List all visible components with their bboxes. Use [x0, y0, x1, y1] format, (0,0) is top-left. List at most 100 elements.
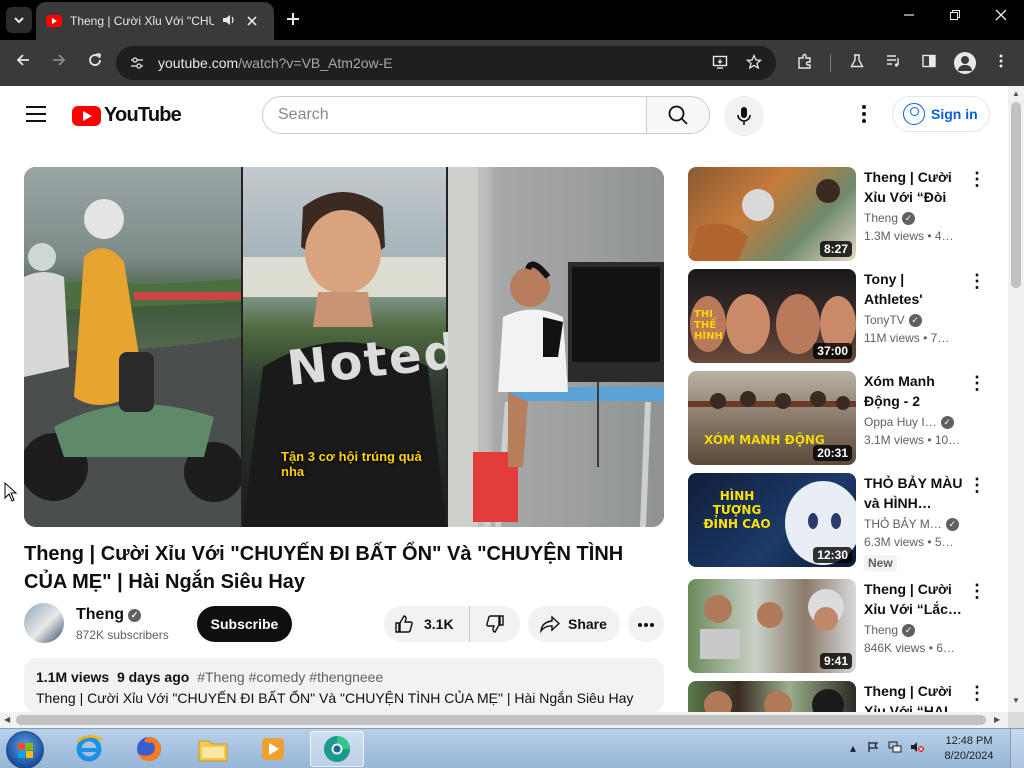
- recommended-title[interactable]: Theng | Cười Xỉu Với “Lắc…: [864, 579, 964, 619]
- channel-name[interactable]: Theng: [76, 606, 124, 623]
- channel-avatar[interactable]: [24, 603, 64, 643]
- dislike-button[interactable]: [470, 606, 520, 642]
- youtube-logo[interactable]: YouTube: [72, 104, 182, 127]
- scroll-up-arrow-icon[interactable]: ▲: [1012, 89, 1020, 98]
- search-input[interactable]: [278, 106, 646, 124]
- share-button[interactable]: Share: [528, 606, 620, 642]
- new-tab-plus-icon[interactable]: [282, 8, 304, 32]
- video-thumbnail[interactable]: 9:41: [688, 579, 856, 673]
- recommended-title[interactable]: THỎ BẢY MÀU và HÌNH…: [864, 473, 964, 513]
- video-description[interactable]: 1.1M views 9 days ago #Theng #comedy #th…: [24, 658, 664, 712]
- recommended-stats: 3.1M views • 10…: [864, 433, 961, 447]
- speaker-icon[interactable]: [222, 13, 236, 30]
- side-panel-icon[interactable]: [918, 53, 940, 73]
- extensions-puzzle-icon[interactable]: [794, 53, 816, 73]
- video-caption: Tận 3 cơ hội trúng quả nha: [281, 449, 422, 479]
- minimize-icon[interactable]: [894, 8, 924, 25]
- video-thumbnail[interactable]: HÌNH TƯỢNG ĐỈNH CAO 12:30: [688, 473, 856, 567]
- scroll-left-arrow-icon[interactable]: ◀: [4, 715, 10, 724]
- browser-tab-active[interactable]: Theng | Cười Xỉu Với "CHU: [36, 2, 274, 40]
- chrome-taskbar-icon[interactable]: [310, 731, 364, 767]
- labs-flask-icon[interactable]: [846, 53, 868, 73]
- recommended-channel[interactable]: THỎ BẢY M… ✓: [864, 517, 959, 531]
- recommended-title[interactable]: Theng | Cười Xỉu Với “Đòi Đ…: [864, 167, 964, 207]
- tab-search-button[interactable]: [6, 7, 32, 33]
- recommended-video[interactable]: 8:27 Theng | Cười Xỉu Với “Đòi Đ… Theng✓…: [688, 167, 988, 261]
- system-clock[interactable]: 12:48 PM 8/20/2024: [934, 734, 1004, 764]
- more-actions-icon[interactable]: [628, 606, 664, 642]
- video-player[interactable]: Noted Tận 3 cơ hội trúng quả nha: [24, 167, 664, 527]
- site-settings-icon[interactable]: [126, 52, 148, 74]
- channel-name-row[interactable]: Theng ✓: [76, 606, 141, 624]
- network-icon[interactable]: [888, 741, 902, 756]
- recommended-channel[interactable]: Theng ✓: [864, 623, 916, 637]
- thumbnail-overlay-text: XÓM MANH ĐỘNG: [704, 433, 825, 447]
- recommended-video[interactable]: XÓM MANH ĐỘNG 20:31 Xóm Manh Động - 2 Op…: [688, 371, 988, 465]
- hashtag-link[interactable]: #comedy: [249, 669, 306, 685]
- voice-search-button[interactable]: [724, 96, 764, 136]
- recommended-title[interactable]: Xóm Manh Động - 2: [864, 371, 964, 411]
- search-button[interactable]: [646, 96, 710, 134]
- horizontal-scroll-thumb[interactable]: [16, 715, 986, 725]
- action-menu-icon[interactable]: ⋮: [968, 683, 986, 705]
- action-menu-icon[interactable]: ⋮: [968, 475, 986, 497]
- profile-avatar-icon[interactable]: [954, 52, 976, 74]
- sign-in-button[interactable]: Sign in: [892, 96, 990, 132]
- show-hidden-icons-icon[interactable]: ▴: [846, 741, 860, 755]
- vertical-scrollbar[interactable]: ▲ ▼: [1008, 86, 1024, 712]
- back-arrow-icon[interactable]: [12, 52, 34, 73]
- recommended-channel[interactable]: Oppa Huy I… ✓: [864, 415, 954, 429]
- verified-check-icon: ✓: [128, 609, 141, 622]
- tab-close-icon[interactable]: [244, 13, 260, 29]
- recommended-channel[interactable]: TonyTV ✓: [864, 313, 922, 327]
- recommended-stats: 11M views • 7…: [864, 331, 950, 345]
- internet-explorer-icon[interactable]: [62, 731, 116, 767]
- show-desktop-button[interactable]: [1010, 729, 1024, 768]
- scroll-down-arrow-icon[interactable]: ▼: [1012, 696, 1020, 705]
- address-bar[interactable]: youtube.com/watch?v=VB_Atm2ow-E: [116, 46, 776, 80]
- recommended-channel[interactable]: Theng ✓: [864, 211, 916, 225]
- reload-icon[interactable]: [84, 52, 106, 73]
- settings-more-icon[interactable]: [852, 104, 876, 128]
- video-thumbnail[interactable]: THI THỂ HÌNH 37:00: [688, 269, 856, 363]
- install-app-icon[interactable]: [710, 54, 730, 74]
- share-arrow-icon: [540, 615, 560, 633]
- subscribe-button[interactable]: Subscribe: [197, 606, 292, 642]
- share-label: Share: [568, 616, 607, 632]
- action-menu-icon[interactable]: ⋮: [968, 271, 986, 293]
- recommended-video[interactable]: THI THỂ HÌNH 37:00 Tony | Athletes' Musc…: [688, 269, 988, 363]
- firefox-icon[interactable]: [122, 731, 176, 767]
- recommended-title[interactable]: Tony | Athletes' Muscle…: [864, 269, 964, 309]
- recommended-video[interactable]: HÌNH TƯỢNG ĐỈNH CAO 12:30 THỎ BẢY MÀU và…: [688, 473, 988, 571]
- window-close-icon[interactable]: [986, 8, 1016, 25]
- forward-arrow-icon[interactable]: [48, 52, 70, 73]
- hashtag-link[interactable]: #Theng: [197, 669, 244, 685]
- recommended-video[interactable]: Theng | Cười Xỉu Với “HAI… ⋮: [688, 681, 988, 712]
- video-thumbnail[interactable]: XÓM MANH ĐỘNG 20:31: [688, 371, 856, 465]
- media-player-icon[interactable]: [246, 731, 300, 767]
- start-button[interactable]: [6, 731, 44, 768]
- like-button[interactable]: 3.1K: [384, 606, 470, 642]
- action-menu-icon[interactable]: ⋮: [968, 373, 986, 395]
- hamburger-menu-icon[interactable]: [26, 106, 46, 122]
- restore-icon[interactable]: [940, 8, 970, 25]
- vertical-scroll-thumb[interactable]: [1011, 102, 1021, 288]
- video-duration: 12:30: [813, 547, 852, 563]
- browser-menu-icon[interactable]: [990, 53, 1012, 73]
- recommended-title[interactable]: Theng | Cười Xỉu Với “HAI…: [864, 681, 964, 712]
- bookmark-star-icon[interactable]: [744, 53, 764, 74]
- recommended-video[interactable]: 9:41 Theng | Cười Xỉu Với “Lắc… Theng ✓ 8…: [688, 579, 988, 673]
- hashtag-link[interactable]: #thengneee: [309, 669, 383, 685]
- description-meta: 1.1M views 9 days ago #Theng #comedy #th…: [36, 669, 652, 685]
- volume-muted-icon[interactable]: [910, 741, 924, 756]
- video-thumbnail[interactable]: [688, 681, 856, 712]
- verified-check-icon: ✓: [908, 314, 922, 327]
- scroll-right-arrow-icon[interactable]: ▶: [994, 715, 1000, 724]
- media-control-icon[interactable]: [882, 53, 904, 73]
- action-menu-icon[interactable]: ⋮: [968, 581, 986, 603]
- horizontal-scrollbar[interactable]: ◀ ▶: [0, 712, 1008, 728]
- file-explorer-icon[interactable]: [186, 731, 240, 767]
- video-thumbnail[interactable]: 8:27: [688, 167, 856, 261]
- action-center-flag-icon[interactable]: [866, 741, 880, 756]
- action-menu-icon[interactable]: ⋮: [968, 169, 986, 191]
